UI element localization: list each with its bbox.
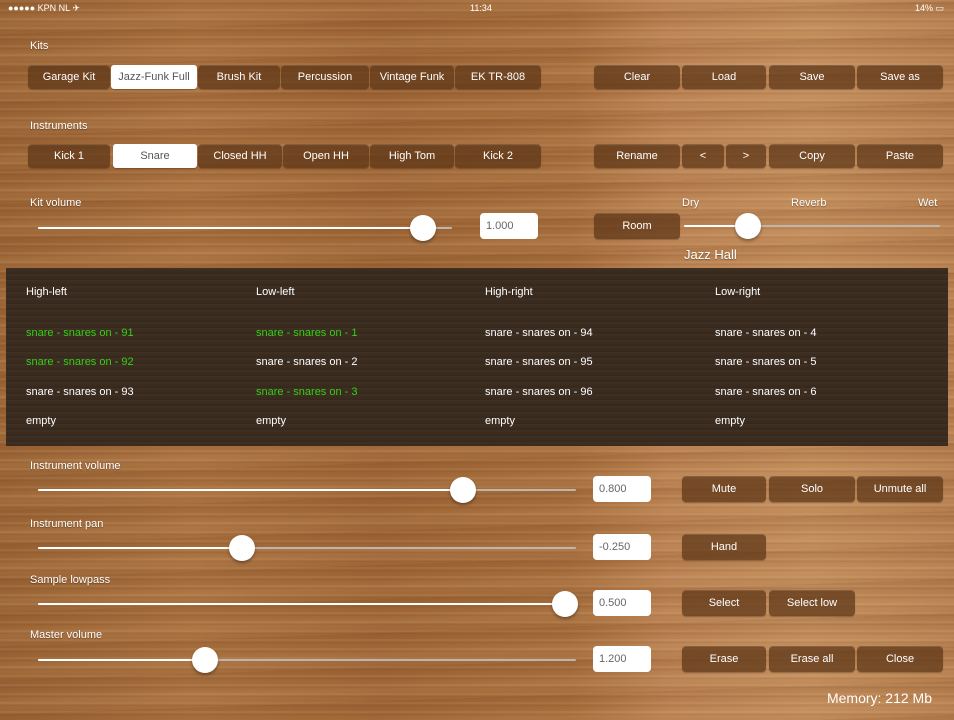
reverb-slider[interactable] <box>684 213 940 239</box>
kit-brush[interactable]: Brush Kit <box>198 65 280 89</box>
header-high-left: High-left <box>26 286 67 298</box>
sample-slot[interactable]: snare - snares on - 3 <box>256 386 358 398</box>
instrument-snare[interactable]: Snare <box>113 144 197 168</box>
sample-lowpass-label: Sample lowpass <box>30 574 111 586</box>
master-volume-field[interactable]: 1.200 <box>593 646 651 672</box>
instrument-pan-fill <box>38 547 243 549</box>
instrument-volume-thumb[interactable] <box>450 477 477 503</box>
kit-volume-field[interactable]: 1.000 <box>480 213 538 239</box>
close-button[interactable]: Close <box>857 646 943 672</box>
header-low-right: Low-right <box>715 286 761 298</box>
rename-button[interactable]: Rename <box>594 144 680 168</box>
instrument-open-hh[interactable]: Open HH <box>283 144 369 168</box>
copy-button[interactable]: Copy <box>769 144 855 168</box>
select-low-button[interactable]: Select low <box>769 590 855 616</box>
instrument-pan-field[interactable]: -0.250 <box>593 534 651 560</box>
erase-button[interactable]: Erase <box>682 646 766 672</box>
status-bar: ●●●●● KPN NL ✈ 11:34 14% ▭ <box>0 0 954 16</box>
hand-button[interactable]: Hand <box>682 534 766 560</box>
sample-slot[interactable]: snare - snares on - 2 <box>256 356 358 368</box>
clock: 11:34 <box>470 3 492 13</box>
reverb-preset-label: Jazz Hall <box>684 247 737 262</box>
sample-lowpass-slider[interactable] <box>38 591 579 617</box>
master-volume-thumb[interactable] <box>191 647 218 673</box>
sample-slot[interactable]: snare - snares on - 96 <box>485 386 593 398</box>
save-as-button[interactable]: Save as <box>857 65 943 89</box>
unmute-all-button[interactable]: Unmute all <box>857 476 943 502</box>
mute-button[interactable]: Mute <box>682 476 766 502</box>
sample-slot[interactable]: snare - snares on - 94 <box>485 327 593 339</box>
kits-label: Kits <box>30 40 49 52</box>
memory-readout: Memory: 212 Mb <box>826 690 932 706</box>
instrument-volume-field[interactable]: 0.800 <box>593 476 651 502</box>
sample-lowpass-field[interactable]: 0.500 <box>593 590 651 616</box>
instrument-pan-label: Instrument pan <box>30 518 104 530</box>
sample-panel: High-left Low-left High-right Low-right … <box>6 268 948 446</box>
load-button[interactable]: Load <box>682 65 766 89</box>
kit-volume-label: Kit volume <box>30 197 82 209</box>
sample-slot[interactable]: snare - snares on - 91 <box>26 327 134 339</box>
kit-volume-fill <box>38 227 424 229</box>
sample-slot[interactable]: empty <box>715 415 745 427</box>
header-low-left: Low-left <box>256 286 295 298</box>
sample-slot[interactable]: snare - snares on - 5 <box>715 356 817 368</box>
next-button[interactable]: > <box>726 144 766 168</box>
sample-slot[interactable]: empty <box>26 415 56 427</box>
instrument-closed-hh[interactable]: Closed HH <box>198 144 282 168</box>
instrument-kick-2[interactable]: Kick 2 <box>455 144 541 168</box>
reverb-dry-label: Dry <box>682 197 700 209</box>
instruments-label: Instruments <box>30 120 88 132</box>
header-high-right: High-right <box>485 286 533 298</box>
sample-slot[interactable]: snare - snares on - 1 <box>256 327 358 339</box>
kit-ek-tr-808[interactable]: EK TR-808 <box>455 65 541 89</box>
master-volume-slider[interactable] <box>38 647 576 673</box>
kit-garage[interactable]: Garage Kit <box>28 65 110 89</box>
reverb-thumb[interactable] <box>735 213 761 239</box>
room-button[interactable]: Room <box>594 213 680 239</box>
sample-slot[interactable]: snare - snares on - 6 <box>715 386 817 398</box>
sample-slot[interactable]: empty <box>256 415 286 427</box>
kit-vintage-funk[interactable]: Vintage Funk <box>370 65 454 89</box>
sample-slot[interactable]: snare - snares on - 95 <box>485 356 593 368</box>
carrier-label: ●●●●● KPN NL ✈ <box>8 3 80 13</box>
instrument-kick-1[interactable]: Kick 1 <box>28 144 110 168</box>
kit-volume-slider[interactable] <box>38 215 452 241</box>
reverb-label: Reverb <box>791 197 827 209</box>
instrument-volume-label: Instrument volume <box>30 460 121 472</box>
sample-slot[interactable]: snare - snares on - 93 <box>26 386 134 398</box>
sample-lowpass-fill <box>38 603 566 605</box>
sample-slot[interactable]: empty <box>485 415 515 427</box>
instrument-high-tom[interactable]: High Tom <box>370 144 454 168</box>
paste-button[interactable]: Paste <box>857 144 943 168</box>
instrument-pan-slider[interactable] <box>38 535 576 561</box>
kit-percussion[interactable]: Percussion <box>281 65 369 89</box>
master-volume-fill <box>38 659 205 661</box>
sample-slot[interactable]: snare - snares on - 4 <box>715 327 817 339</box>
kit-volume-thumb[interactable] <box>410 215 437 241</box>
battery-indicator: 14% ▭ <box>914 3 944 13</box>
clear-button[interactable]: Clear <box>594 65 680 89</box>
solo-button[interactable]: Solo <box>769 476 855 502</box>
save-button[interactable]: Save <box>769 65 855 89</box>
erase-all-button[interactable]: Erase all <box>769 646 855 672</box>
instrument-volume-fill <box>38 489 464 491</box>
kit-jazz-funk-full[interactable]: Jazz-Funk Full <box>111 65 197 89</box>
reverb-wet-label: Wet <box>918 197 938 209</box>
previous-button[interactable]: < <box>682 144 724 168</box>
master-volume-label: Master volume <box>30 629 103 641</box>
sample-slot[interactable]: snare - snares on - 92 <box>26 356 134 368</box>
select-button[interactable]: Select <box>682 590 766 616</box>
instrument-volume-slider[interactable] <box>38 477 576 503</box>
